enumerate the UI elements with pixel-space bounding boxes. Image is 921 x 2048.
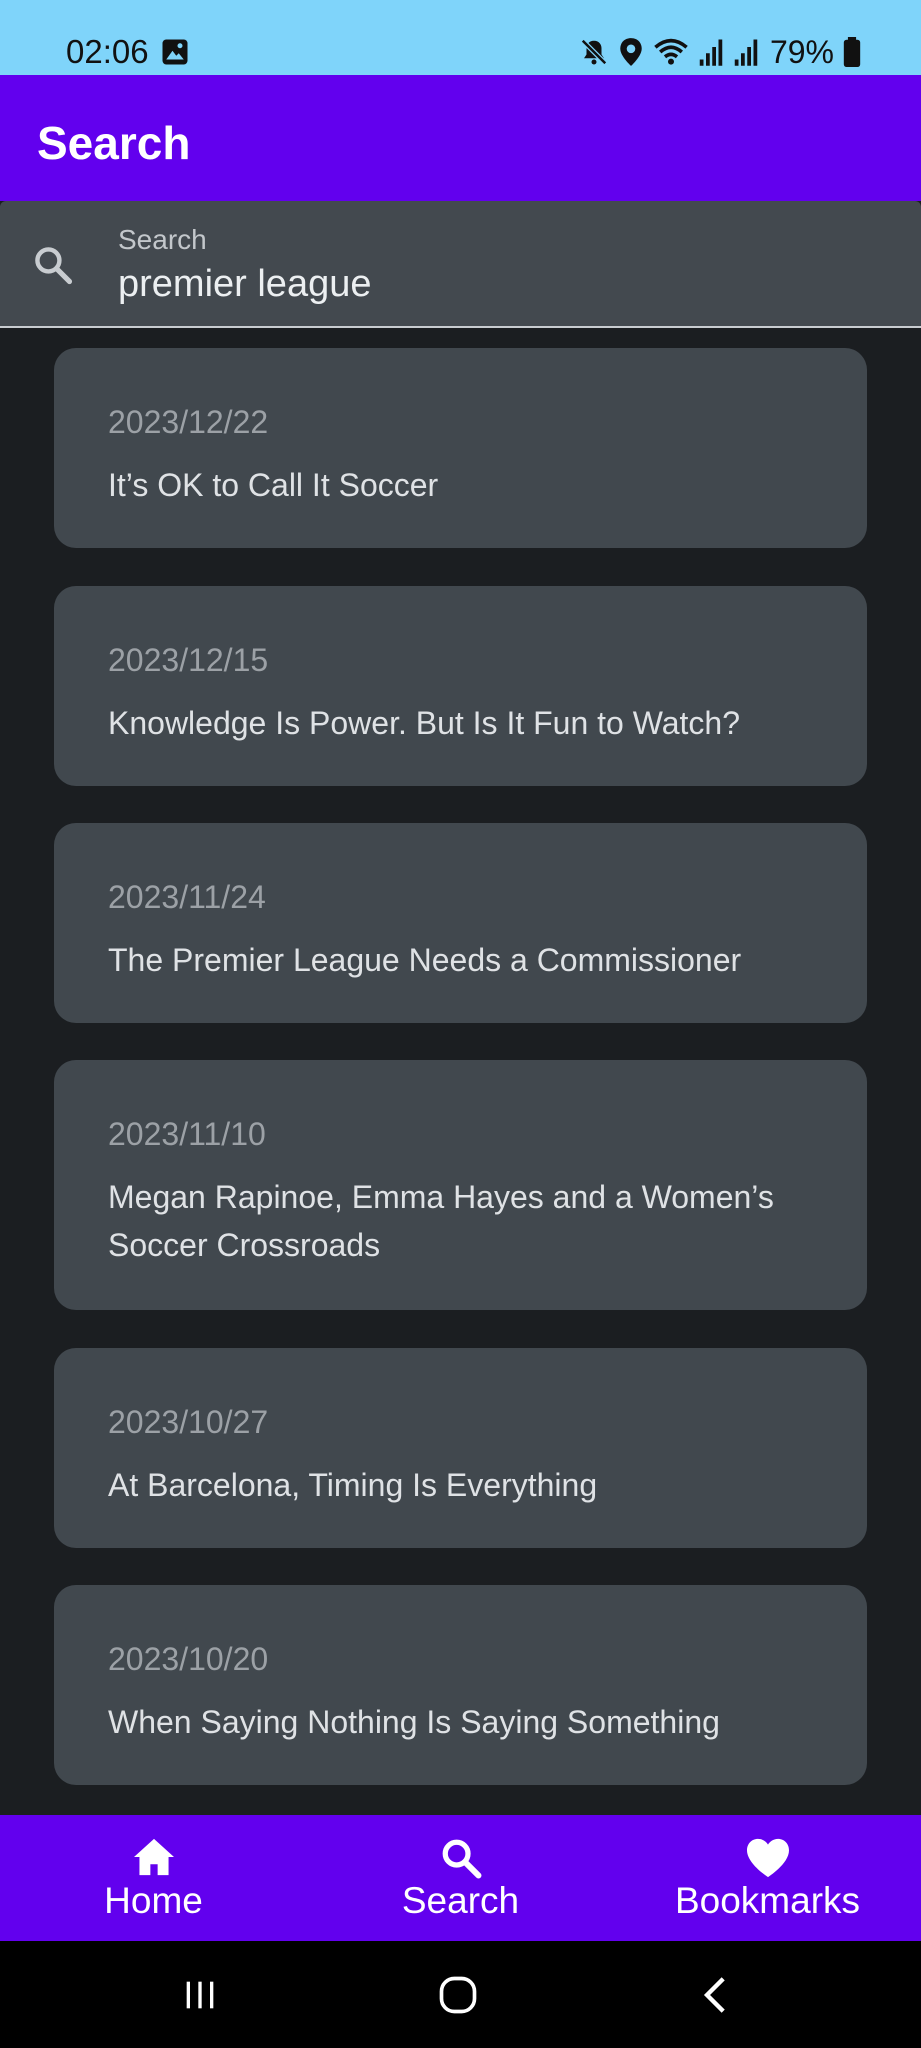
result-title: Knowledge Is Power. But Is It Fun to Wat… [108,705,741,741]
result-date: 2023/12/22 [108,404,269,440]
app-bar: Search [0,75,921,201]
result-card[interactable]: 2023/12/22 It’s OK to Call It Soccer [54,348,867,548]
battery-icon [843,37,861,67]
system-navigation-bar [0,1941,921,2048]
result-date: 2023/12/15 [108,642,269,678]
heart-icon [746,1838,789,1878]
nav-home-label: Home [104,1880,203,1921]
result-date: 2023/10/27 [108,1404,269,1440]
location-icon [620,38,642,66]
search-label: Search [118,224,207,255]
result-title: The Premier League Needs a Commissioner [108,942,742,978]
mute-icon [580,38,607,66]
battery-level: 79% [769,34,834,70]
image-icon [162,39,188,65]
status-time: 02:06 [66,33,149,70]
result-date: 2023/10/20 [108,1641,269,1677]
home-button-icon[interactable] [436,1973,480,2017]
nav-search-label: Search [401,1880,520,1921]
search-icon [35,247,73,285]
result-title: It’s OK to Call It Soccer [108,467,439,503]
nav-home[interactable]: Home [0,1815,307,1941]
nav-bookmarks-label: Bookmarks [674,1880,861,1921]
search-query[interactable]: premier league [118,261,371,307]
signal-icon [734,39,758,66]
result-card[interactable]: 2023/10/20 When Saying Nothing Is Saying… [54,1585,867,1785]
recents-icon[interactable] [180,1975,220,2015]
result-title: When Saying Nothing Is Saying Something [108,1704,720,1740]
page-title: Search [37,117,191,169]
result-card[interactable]: 2023/10/27 At Barcelona, Timing Is Every… [54,1348,867,1548]
result-card[interactable]: 2023/11/10 Megan Rapinoe, Emma Hayes and… [54,1060,867,1310]
nav-bookmarks[interactable]: Bookmarks [614,1815,921,1941]
result-date: 2023/11/10 [108,1116,266,1152]
home-icon [133,1838,174,1876]
result-title: Megan Rapinoe, Emma Hayes and a Women’s … [108,1179,774,1263]
wifi-icon [654,38,688,65]
result-date: 2023/11/24 [108,879,266,915]
back-icon[interactable] [698,1973,734,2017]
status-bar: 02:06 79% [0,0,921,75]
search-input[interactable]: Search premier league [0,201,921,328]
result-card[interactable]: 2023/12/15 Knowledge Is Power. But Is It… [54,586,867,786]
search-icon [442,1839,481,1879]
bottom-nav: Home Search Bookmarks [0,1815,921,1941]
result-card[interactable]: 2023/11/24 The Premier League Needs a Co… [54,823,867,1023]
result-title: At Barcelona, Timing Is Everything [108,1467,598,1503]
nav-search[interactable]: Search [307,1815,614,1941]
signal-icon [699,39,723,66]
